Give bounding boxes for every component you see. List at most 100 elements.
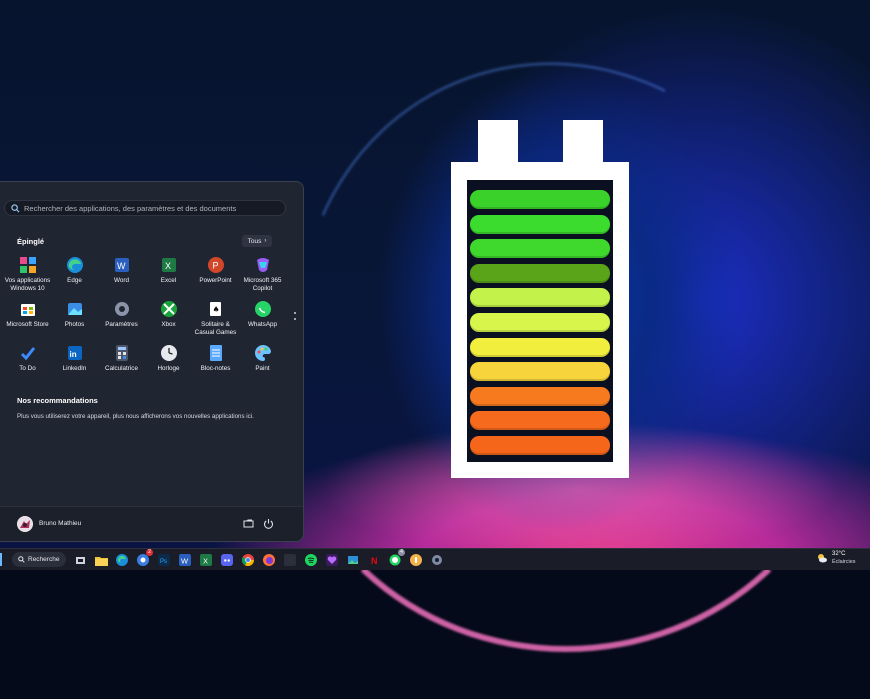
battery-terminal-right [563,120,603,164]
pinned-app-word[interactable]: W Word [98,256,145,294]
pinned-app-photos[interactable]: Photos [51,300,98,338]
pinned-app-windows-apps[interactable]: Vos applications Windows 10 [4,256,51,294]
solitaire-icon: ♠ [207,300,225,318]
photos-icon [66,300,84,318]
pinned-app-label: Word [114,277,129,284]
excel-icon: X [160,256,178,274]
pinned-app-label: Paramètres [105,321,138,328]
file-explorer-icon[interactable] [93,552,109,568]
netflix-icon[interactable]: N [366,552,382,568]
svg-text:X: X [165,261,171,271]
power-icon[interactable] [263,518,274,529]
weather-temperature[interactable]: 32°C [832,551,845,557]
start-button-indicator[interactable] [0,553,2,566]
all-apps-button[interactable]: Tous › [242,235,272,247]
calculator-icon [113,344,131,362]
pinned-app-label: Xbox [161,321,176,328]
start-footer: Bruno Mathieu [0,506,303,541]
excel-icon[interactable]: X [198,552,214,568]
start-search-box[interactable] [4,200,286,216]
word-icon[interactable]: W [177,552,193,568]
taskbar-apps: 2 Ps W X N 4 [72,549,445,568]
chrome-icon[interactable] [240,552,256,568]
pinned-app-label: To Do [19,365,36,372]
pinned-app-paint[interactable]: Paint [239,344,286,382]
todo-icon [19,344,37,362]
photoshop-icon[interactable]: Ps [156,552,172,568]
user-name[interactable]: Bruno Mathieu [39,520,81,527]
pinned-app-label: Horloge [157,365,180,372]
pinned-app-whatsapp[interactable]: WhatsApp [239,300,286,338]
svg-text:P: P [212,261,218,271]
pinned-app-label: Excel [160,277,177,284]
pinned-app-label: Edge [67,277,82,284]
pinned-app-solitaire[interactable]: ♠ Solitaire & Casual Games [192,300,239,338]
pinned-app-label: WhatsApp [247,321,278,328]
start-search-input[interactable] [20,202,285,214]
battery-terminal-left [478,120,518,164]
settings-icon[interactable] [429,552,445,568]
svg-text:W: W [117,261,126,271]
edge-icon [66,256,84,274]
notification-badge: 4 [398,549,405,556]
podcast-app-icon[interactable] [408,552,424,568]
battery-cell [470,214,610,234]
battery-cell [470,190,610,209]
discord-icon[interactable] [219,552,235,568]
weather-icon[interactable] [816,552,828,564]
recommendations-text: Plus vous utiliserez votre appareil, plu… [17,413,254,420]
heart-app-icon[interactable] [324,552,340,568]
pinned-app-label: LinkedIn [62,365,87,372]
pinned-app-todo[interactable]: To Do [4,344,51,382]
pinned-app-calculator[interactable]: Calculatrice [98,344,145,382]
battery-cell [470,337,610,357]
word-icon: W [113,256,131,274]
linkedin-icon: in [66,344,84,362]
clock-icon [160,344,178,362]
chevron-right-icon: › [264,238,267,244]
battery-cell [470,411,610,431]
pinned-app-edge[interactable]: Edge [51,256,98,294]
battery-cell [470,263,610,283]
taskbar-search[interactable]: Recherche [12,552,66,567]
store-icon [19,300,37,318]
svg-text:Ps: Ps [160,559,167,565]
pinned-app-label: PowerPoint [199,277,232,284]
scroll-indicator[interactable] [294,312,296,320]
task-view-icon[interactable] [72,552,88,568]
xbox-icon [160,300,178,318]
pinned-app-store[interactable]: Microsoft Store [4,300,51,338]
pinned-app-label: Microsoft 365 Copilot [243,277,282,292]
weather-description[interactable]: Éclaircies [832,559,856,565]
edge-icon[interactable] [114,552,130,568]
file-explorer-icon[interactable] [243,518,254,529]
pinned-app-xbox[interactable]: Xbox [145,300,192,338]
whatsapp-icon [254,300,272,318]
pinned-app-icon[interactable] [282,552,298,568]
avatar-image-icon [17,516,33,532]
whatsapp-icon[interactable]: 4 [387,549,405,568]
spotify-icon[interactable] [303,552,319,568]
recommendations-title: Nos recommandations [17,396,98,405]
battery-cell [470,239,610,259]
search-icon [18,556,25,563]
pinned-app-settings[interactable]: Paramètres [98,300,145,338]
pinned-apps-grid: Vos applications Windows 10 Edge W Word X Exc… [4,256,286,382]
pinned-app-linkedin[interactable]: in LinkedIn [51,344,98,382]
svg-text:N: N [371,556,378,566]
pinned-app-label: Calculatrice [105,365,138,372]
notification-badge: 2 [146,549,153,556]
image-viewer-icon[interactable] [345,552,361,568]
pinned-app-notepad[interactable]: Bloc-notes [192,344,239,382]
firefox-icon[interactable] [261,552,277,568]
pinned-app-powerpoint[interactable]: P PowerPoint [192,256,239,294]
browser-icon[interactable]: 2 [135,549,153,568]
pinned-app-excel[interactable]: X Excel [145,256,192,294]
battery-cell [470,386,610,406]
pinned-app-copilot[interactable]: Microsoft 365 Copilot [239,256,286,294]
battery-graphic [451,162,629,478]
paint-icon [254,344,272,362]
pinned-app-clock[interactable]: Horloge [145,344,192,382]
windows-apps-icon [19,256,37,274]
user-avatar[interactable] [17,516,33,532]
